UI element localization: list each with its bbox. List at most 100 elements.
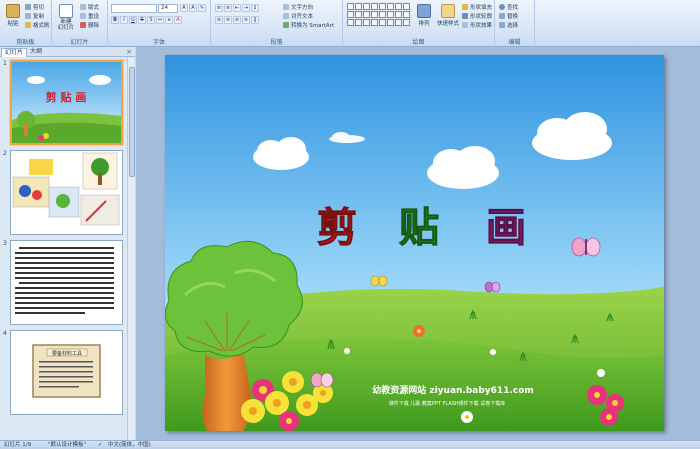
shape-effects-button[interactable]: 形状效果	[462, 21, 492, 29]
shape-item[interactable]	[347, 3, 354, 10]
columns-button[interactable]: ‖	[251, 16, 259, 24]
slide-artwork: 剪 贴 画 幼教资源网站 ziyuan.baby611.com 课件下载 儿歌 …	[165, 55, 664, 431]
group-editing: 查找 替换 选择 编辑	[495, 0, 535, 47]
case-button[interactable]: a	[165, 16, 173, 24]
shape-item[interactable]	[371, 3, 378, 10]
copy-button[interactable]: 复制	[25, 12, 44, 20]
align-text-button[interactable]: 对齐文本	[283, 12, 313, 20]
shape-item[interactable]	[379, 11, 386, 18]
align-right-button[interactable]: ≡	[233, 16, 241, 24]
reset-button[interactable]: 重设	[80, 12, 99, 20]
strikethrough-button[interactable]: S	[138, 16, 146, 24]
reset-icon	[80, 13, 86, 19]
arrange-button[interactable]: 排列	[413, 2, 435, 32]
justify-button[interactable]: ≡	[242, 16, 250, 24]
thumbnail-number: 2	[3, 150, 7, 157]
group-font: 24 A A ✎ B I U S S ↔ a A 字体	[108, 0, 211, 47]
quick-styles-icon	[441, 4, 455, 18]
powerpoint-window: 粘贴 剪切 复制 格式刷 剪贴板 新建 幻灯片 版式 重设 删除 幻灯片 24 …	[0, 0, 700, 449]
delete-button[interactable]: 删除	[80, 21, 99, 29]
numbering-button[interactable]: ≡	[224, 4, 232, 12]
clear-format-button[interactable]: ✎	[198, 4, 206, 12]
shape-item[interactable]	[371, 19, 378, 26]
align-left-button[interactable]: ≡	[215, 16, 223, 24]
arrange-icon	[417, 4, 431, 18]
decrease-indent-button[interactable]: ⇤	[233, 4, 241, 12]
shape-item[interactable]	[363, 3, 370, 10]
font-name-combo[interactable]	[111, 4, 157, 13]
thumbnail-number: 3	[3, 240, 7, 247]
shape-item[interactable]	[371, 11, 378, 18]
shape-item[interactable]	[395, 11, 402, 18]
slide-thumbnail-4[interactable]: 要备材料工具	[10, 330, 123, 415]
shape-item[interactable]	[355, 19, 362, 26]
shape-item[interactable]	[403, 3, 410, 10]
thumbnail-scrollbar[interactable]	[127, 57, 135, 440]
spacing-button[interactable]: ↔	[156, 16, 164, 24]
shape-item[interactable]	[355, 3, 362, 10]
slide-thumbnail-2[interactable]	[10, 150, 123, 235]
shape-fill-button[interactable]: 形状填充	[462, 3, 492, 11]
shape-item[interactable]	[387, 19, 394, 26]
shape-item[interactable]	[347, 19, 354, 26]
shape-item[interactable]	[379, 19, 386, 26]
shape-item[interactable]	[363, 19, 370, 26]
format-painter-button[interactable]: 格式刷	[25, 21, 50, 29]
shrink-font-button[interactable]: A	[189, 4, 197, 12]
tab-slides[interactable]: 幻灯片	[1, 48, 28, 57]
thumbnail-4-title: 要备材料工具	[52, 350, 82, 357]
slide-thumbnail-pane[interactable]: 1 剪 贴 画 2 3 4 要备材料工具	[0, 57, 135, 440]
tab-outline[interactable]: 大纲	[27, 48, 45, 57]
thumbnail-4-art: 要备材料工具	[11, 331, 122, 414]
line-spacing-button[interactable]: ↕	[251, 4, 259, 12]
new-slide-icon	[59, 4, 73, 18]
select-button[interactable]: 选择	[499, 21, 518, 29]
shape-outline-button[interactable]: 形状轮廓	[462, 12, 492, 20]
close-icon[interactable]: ×	[126, 48, 132, 56]
font-size-combo[interactable]: 24	[158, 4, 178, 13]
increase-indent-button[interactable]: ⇥	[242, 4, 250, 12]
shadow-button[interactable]: S	[147, 16, 155, 24]
current-slide[interactable]: 剪 贴 画 幼教资源网站 ziyuan.baby611.com 课件下载 儿歌 …	[165, 55, 664, 431]
cut-button[interactable]: 剪切	[25, 3, 44, 11]
pen-icon	[462, 13, 468, 19]
shape-item[interactable]	[403, 11, 410, 18]
text-direction-button[interactable]: 文字方向	[283, 3, 313, 11]
shape-item[interactable]	[363, 11, 370, 18]
underline-button[interactable]: U	[129, 16, 137, 24]
smartart-icon	[283, 22, 289, 28]
group-label-paragraph: 段落	[270, 39, 283, 46]
shape-item[interactable]	[403, 19, 410, 26]
smartart-button[interactable]: 转换为 SmartArt	[283, 21, 334, 29]
shape-item[interactable]	[347, 11, 354, 18]
italic-button[interactable]: I	[120, 16, 128, 24]
shape-item[interactable]	[395, 3, 402, 10]
shape-item[interactable]	[387, 3, 394, 10]
shape-item[interactable]	[355, 11, 362, 18]
shapes-gallery[interactable]	[347, 3, 410, 26]
ribbon: 粘贴 剪切 复制 格式刷 剪贴板 新建 幻灯片 版式 重设 删除 幻灯片 24 …	[0, 0, 700, 47]
bold-button[interactable]: B	[111, 16, 119, 24]
shape-item[interactable]	[387, 11, 394, 18]
new-slide-button[interactable]: 新建 幻灯片	[54, 2, 78, 32]
search-icon	[499, 4, 505, 10]
text-direction-icon	[283, 4, 289, 10]
quick-styles-button[interactable]: 快速样式	[435, 2, 461, 32]
grow-font-button[interactable]: A	[180, 4, 188, 12]
spellcheck-icon[interactable]: ✓	[98, 441, 103, 449]
butterfly-right	[571, 237, 601, 257]
group-label-clipboard: 剪贴板	[16, 39, 35, 46]
paste-button[interactable]: 粘贴	[2, 2, 24, 32]
copy-icon	[25, 13, 31, 19]
shape-item[interactable]	[379, 3, 386, 10]
find-button[interactable]: 查找	[499, 3, 518, 11]
slide-thumbnail-3[interactable]	[10, 240, 123, 325]
scrollbar-thumb[interactable]	[129, 67, 135, 177]
slide-thumbnail-1[interactable]: 剪 贴 画	[10, 60, 123, 145]
align-center-button[interactable]: ≡	[224, 16, 232, 24]
layout-button[interactable]: 版式	[80, 3, 99, 11]
bullets-button[interactable]: ≡	[215, 4, 223, 12]
shape-item[interactable]	[395, 19, 402, 26]
font-color-button[interactable]: A	[174, 16, 182, 24]
replace-button[interactable]: 替换	[499, 12, 518, 20]
